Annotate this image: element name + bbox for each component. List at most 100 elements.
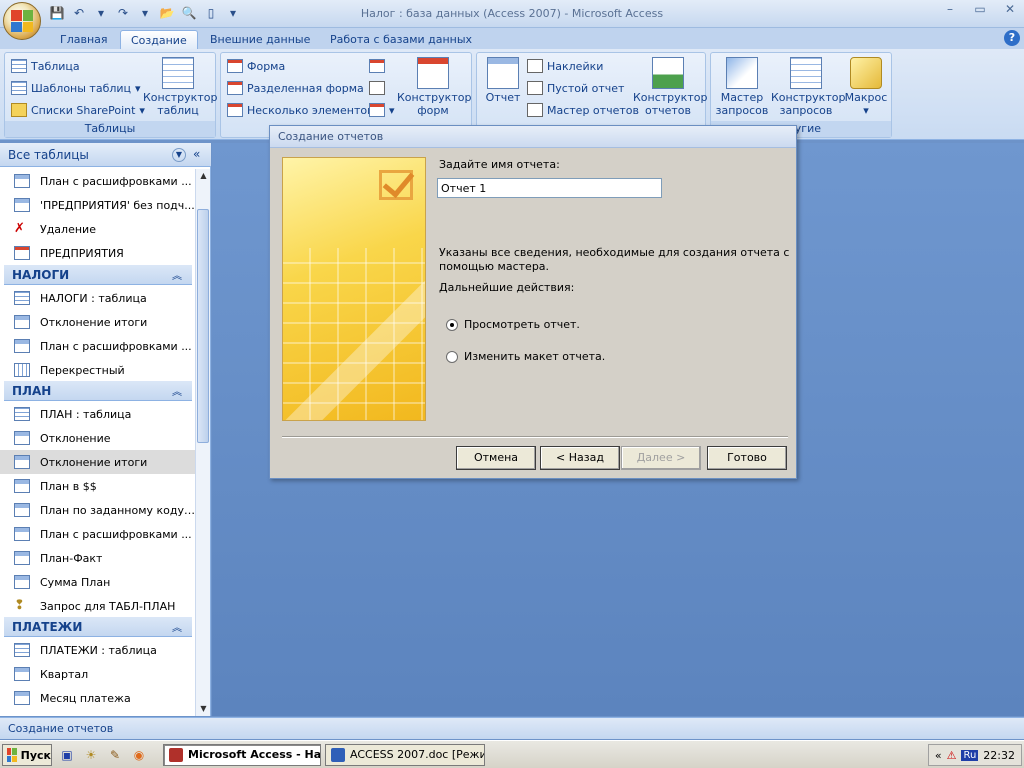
tray-expand-icon[interactable]: « (935, 749, 942, 762)
query-designer-button[interactable]: Конструктор запросов (771, 57, 845, 117)
query-icon (14, 527, 30, 541)
nav-item[interactable]: НАЛОГИ : таблица (0, 286, 195, 310)
nav-item[interactable]: Отклонение (0, 426, 195, 450)
chevron-up-icon: ︽ (172, 623, 182, 634)
title-bar: 💾 ↶ ▾ ↷ ▾ 📂 🔍 ▯ ▾ Налог : база данных (A… (0, 0, 1024, 28)
nav-item[interactable]: План-Факт (0, 546, 195, 570)
query-icon (14, 551, 30, 565)
form-designer-button[interactable]: Конструктор форм (397, 57, 471, 117)
nav-item[interactable]: Сумма План (0, 570, 195, 594)
nav-group-plan[interactable]: ПЛАН ︽ (4, 381, 192, 401)
nav-item-selected[interactable]: Отклонение итоги (0, 450, 195, 474)
form-button[interactable]: Форма (227, 59, 285, 73)
help-icon[interactable]: ? (1004, 30, 1020, 46)
nav-item[interactable]: План с расшифровками ... (0, 169, 195, 193)
nav-item[interactable]: План с расшифровками ... (0, 334, 195, 358)
nav-group-payments[interactable]: ПЛАТЕЖИ ︽ (4, 617, 192, 637)
nav-scrollbar[interactable]: ▲ ▼ (195, 169, 210, 716)
option-preview-report[interactable]: Просмотреть отчет. (446, 318, 580, 331)
sharepoint-lists-button[interactable]: Списки SharePoint ▾ (11, 103, 145, 117)
pivot-chart-button[interactable] (369, 59, 385, 73)
nav-item[interactable]: План по заданному коду ... (0, 498, 195, 522)
office-button[interactable] (3, 2, 41, 40)
blank-report-button[interactable]: Пустой отчет (527, 81, 624, 95)
report-designer-button[interactable]: Конструктор отчетов (633, 57, 707, 117)
table-designer-button[interactable]: Конструктор таблиц (143, 57, 217, 117)
windows-logo-icon (7, 748, 17, 762)
report-wizard-icon (527, 103, 543, 117)
nav-item[interactable]: ✗ Удаление (0, 217, 195, 241)
report-name-input[interactable] (437, 178, 662, 198)
nav-item[interactable]: План с расшифровками ... (0, 522, 195, 546)
table-templates-button[interactable]: Шаблоны таблиц ▾ (11, 81, 141, 95)
labels-button[interactable]: Наклейки (527, 59, 603, 73)
macro-button[interactable]: Макрос ▾ (843, 57, 889, 117)
nav-group-taxes[interactable]: НАЛОГИ ︽ (4, 265, 192, 285)
back-button[interactable]: < Назад (540, 446, 620, 470)
dialog-title: Создание отчетов (270, 126, 796, 148)
nav-item[interactable]: Отклонение итоги (0, 310, 195, 334)
minimize-button[interactable]: – (942, 2, 958, 16)
scroll-up-icon[interactable]: ▲ (196, 169, 211, 183)
more-forms-button[interactable]: ▾ (369, 103, 395, 117)
tab-database-tools[interactable]: Работа с базами данных (320, 30, 482, 50)
nav-item[interactable]: ПЛАН : таблица (0, 402, 195, 426)
cancel-button[interactable]: Отмена (456, 446, 536, 470)
tab-home[interactable]: Главная (50, 30, 118, 50)
table-button[interactable]: Таблица (11, 59, 80, 73)
query-icon (14, 431, 30, 445)
ribbon-tabs: Главная Создание Внешние данные Работа с… (0, 28, 1024, 50)
help-center-icon[interactable]: ☀ (82, 746, 100, 764)
access-app-icon (169, 748, 183, 762)
scroll-down-icon[interactable]: ▼ (196, 702, 211, 716)
next-button: Далее > (621, 446, 701, 470)
wizard-illustration (282, 157, 426, 421)
radio-button-selected[interactable] (446, 318, 458, 331)
browser-icon[interactable]: ◉ (130, 746, 148, 764)
show-desktop-icon[interactable]: ▣ (58, 746, 76, 764)
radio-button[interactable] (446, 350, 458, 363)
query-icon (14, 339, 30, 353)
chevron-down-icon[interactable]: ▼ (172, 148, 186, 162)
finish-button[interactable]: Готово (707, 446, 787, 470)
nav-item[interactable]: Квартал (0, 662, 195, 686)
system-tray: « ⚠ Ru 22:32 (927, 744, 1022, 766)
multiple-items-button[interactable]: Несколько элементов (227, 103, 374, 117)
tools-icon[interactable]: ✎ (106, 746, 124, 764)
report-wizard-button[interactable]: Мастер отчетов (527, 103, 639, 117)
nav-item[interactable]: Месяц платежа (0, 686, 195, 710)
nav-header[interactable]: Все таблицы ▼ « (0, 143, 211, 167)
taskbar-word-button[interactable]: ACCESS 2007.doc [Режи... (325, 744, 485, 766)
option-modify-layout[interactable]: Изменить макет отчета. (446, 350, 605, 363)
macro-icon (850, 57, 882, 89)
table-designer-icon (162, 57, 194, 89)
nav-item[interactable]: ПРЕДПРИЯТИЯ (0, 241, 195, 265)
report-button[interactable]: Отчет (481, 57, 525, 104)
close-button[interactable]: ✕ (1002, 2, 1018, 16)
nav-item[interactable]: План в $$ (0, 474, 195, 498)
warning-icon[interactable]: ⚠ (947, 749, 957, 762)
taskbar-access-button[interactable]: Microsoft Access - На... (163, 744, 321, 766)
tab-create[interactable]: Создание (120, 30, 198, 50)
tab-external-data[interactable]: Внешние данные (200, 30, 320, 50)
more-forms-icon (369, 103, 385, 117)
nav-item[interactable]: 'ПРЕДПРИЯТИЯ' без подч... (0, 193, 195, 217)
chevron-down-icon: ▾ (863, 104, 869, 117)
query-icon (14, 315, 30, 329)
blank-form-button[interactable] (369, 81, 385, 95)
status-text: Создание отчетов (8, 722, 114, 735)
nav-item[interactable]: Перекрестный (0, 358, 195, 382)
split-form-button[interactable]: Разделенная форма (227, 81, 364, 95)
maximize-button[interactable]: ▭ (972, 2, 988, 16)
nav-item[interactable]: ❢ Запрос для ТАБЛ-ПЛАН (0, 594, 195, 618)
report-icon (487, 57, 519, 89)
language-indicator[interactable]: Ru (961, 749, 979, 761)
dialog-separator (282, 436, 788, 438)
scroll-thumb[interactable] (197, 209, 209, 443)
collapse-pane-icon[interactable]: « (193, 147, 200, 161)
query-icon (14, 198, 30, 212)
query-wizard-button[interactable]: Мастер запросов (715, 57, 769, 117)
start-button[interactable]: Пуск (2, 744, 52, 766)
report-designer-icon (652, 57, 684, 89)
nav-item[interactable]: ПЛАТЕЖИ : таблица (0, 638, 195, 662)
